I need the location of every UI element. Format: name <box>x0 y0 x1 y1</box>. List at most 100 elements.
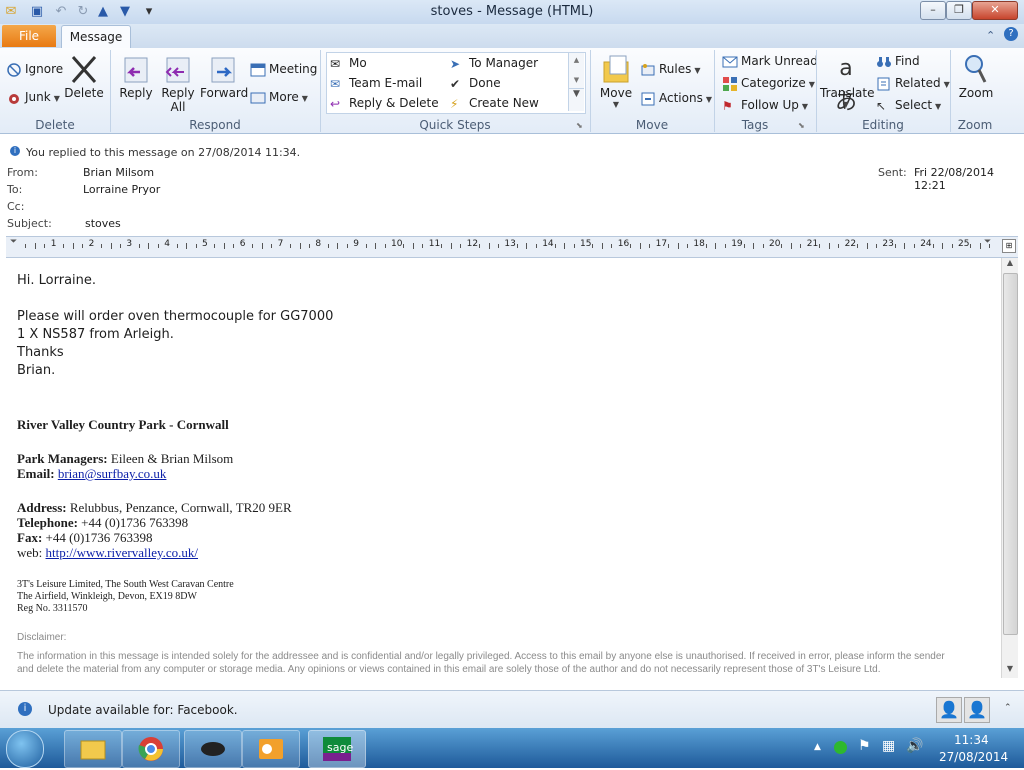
ruler-tick <box>271 244 273 248</box>
expand-people-pane-icon[interactable]: ⌃ <box>1004 703 1012 713</box>
action-center-flag-icon[interactable]: ⚑ <box>858 738 871 754</box>
ruler-tick <box>535 244 537 248</box>
quick-step-done[interactable]: ✔ Done <box>450 75 501 92</box>
ruler-number: 2 <box>88 239 95 249</box>
body-line-4: Brian. <box>17 363 56 378</box>
taskbar: sage ▲ ⚑ ▦ 🔊 11:34 27/08/2014 <box>0 728 1024 768</box>
ruler-tick <box>526 243 528 249</box>
ruler-number: 11 <box>428 239 441 249</box>
ruler-tick <box>686 244 688 248</box>
close-button[interactable]: ✕ <box>972 1 1018 20</box>
delete-button[interactable]: Delete <box>64 52 104 100</box>
help-icon[interactable]: ? <box>1004 27 1018 41</box>
categorize-button[interactable]: Categorize ▼ <box>722 75 815 93</box>
ruler-tick <box>148 243 150 249</box>
ruler-tick <box>857 244 859 248</box>
person-avatar-icon[interactable]: 👤 <box>936 697 962 723</box>
junk-icon <box>6 90 22 106</box>
network-icon[interactable]: ▦ <box>882 738 895 754</box>
vertical-scrollbar[interactable]: ▲ ▼ <box>1001 258 1018 678</box>
reply-all-button[interactable]: Reply All <box>158 52 198 114</box>
find-label: Find <box>895 54 920 68</box>
translate-button[interactable]: aあ Translate ▼ <box>820 52 875 115</box>
ruler-tick <box>460 244 462 248</box>
reply-icon <box>120 52 152 86</box>
message-body[interactable]: Hi. Lorraine. Please will order oven the… <box>6 258 1000 677</box>
more-respond-button[interactable]: More ▼ <box>250 89 308 107</box>
ruler-tick <box>299 243 301 249</box>
volume-icon[interactable]: 🔊 <box>906 738 923 754</box>
email-link[interactable]: brian@surfbay.co.uk <box>58 466 167 481</box>
select-label: Select <box>895 98 933 112</box>
maximize-button[interactable]: ❐ <box>946 1 972 20</box>
subject-value: stoves <box>85 217 121 230</box>
scroll-thumb[interactable] <box>1003 273 1018 635</box>
chrome-taskbar-icon[interactable] <box>122 730 180 768</box>
find-button[interactable]: Find <box>876 53 920 70</box>
ruler-tick <box>601 243 603 249</box>
actions-button[interactable]: Actions ▼ <box>640 90 712 108</box>
zoom-button[interactable]: Zoom <box>956 52 996 100</box>
ruler-number: 13 <box>504 239 516 249</box>
status-tray-icon[interactable] <box>834 741 847 754</box>
related-button[interactable]: Related ▼ <box>876 75 950 93</box>
from-value[interactable]: Brian Milsom <box>83 166 154 179</box>
clock-date[interactable]: 27/08/2014 <box>939 750 1008 764</box>
rules-button[interactable]: Rules ▼ <box>640 61 701 79</box>
gallery-expand-icon[interactable]: ▼ <box>569 88 584 99</box>
person-avatar-icon[interactable]: 👤 <box>964 697 990 723</box>
quick-step-mo[interactable]: ✉ Mo <box>330 55 367 72</box>
clock-time[interactable]: 11:34 <box>954 733 989 747</box>
move-button[interactable]: Move ▼ <box>596 52 636 109</box>
ignore-button[interactable]: Ignore <box>6 61 63 78</box>
scroll-down-icon[interactable]: ▼ <box>569 76 584 84</box>
managers-label: Park Managers: <box>17 451 108 466</box>
forward-button[interactable]: Forward <box>200 52 248 100</box>
ruler-number: 20 <box>769 239 781 249</box>
outlook-taskbar-icon[interactable] <box>242 730 300 768</box>
collapse-ribbon-icon[interactable]: ⌃ <box>986 29 995 42</box>
ruler-indent-marker-icon[interactable]: ⏷ <box>10 237 17 247</box>
tab-file[interactable]: File <box>2 25 56 47</box>
quick-step-to-manager[interactable]: ➤ To Manager <box>450 55 538 72</box>
select-button[interactable]: ↖ Select ▼ <box>876 97 941 115</box>
web-link[interactable]: http://www.rivervalley.co.uk/ <box>46 545 198 560</box>
ruler-tick <box>762 244 764 248</box>
quick-steps-scroll[interactable]: ▲ ▼ ▼ <box>568 53 584 111</box>
from-label: From: <box>7 166 38 179</box>
quick-step-create-new[interactable]: ⚡ Create New <box>450 95 539 112</box>
scroll-down-icon[interactable]: ▼ <box>1002 664 1018 678</box>
dialog-launcher-icon[interactable]: ⬊ <box>798 121 805 130</box>
sent-value: Fri 22/08/2014 12:21 <box>914 166 995 192</box>
scroll-up-icon[interactable]: ▲ <box>569 56 584 64</box>
dialog-launcher-icon[interactable]: ⬊ <box>576 121 583 130</box>
show-hidden-icons-icon[interactable]: ▲ <box>814 742 821 752</box>
ruler-toggle-icon[interactable]: ⊞ <box>1002 239 1016 253</box>
to-value[interactable]: Lorraine Pryor <box>83 183 160 196</box>
scroll-up-icon[interactable]: ▲ <box>1002 258 1018 272</box>
follow-up-button[interactable]: ⚑ Follow Up ▼ <box>722 97 808 115</box>
reply-button[interactable]: Reply <box>116 52 156 100</box>
ruler-tick <box>375 243 377 249</box>
tab-message[interactable]: Message <box>61 25 131 49</box>
group-separator <box>320 50 321 132</box>
mark-unread-button[interactable]: Mark Unread <box>722 53 818 70</box>
quick-step-team-email[interactable]: ✉ Team E-mail <box>330 75 422 92</box>
group-separator <box>110 50 111 132</box>
explorer-taskbar-icon[interactable] <box>64 730 122 768</box>
minimize-button[interactable]: – <box>920 1 946 20</box>
ruler[interactable]: ⏷ ⏷ ⊞ 1 2 3 4 5 6 7 8 9 10 11 12 13 14 15 16 17 18 19 20 21 2… <box>6 236 1018 258</box>
update-notice[interactable]: Update available for: Facebook. <box>48 703 238 717</box>
junk-button[interactable]: Junk ▼ <box>6 89 60 107</box>
to-manager-icon: ➤ <box>450 56 461 71</box>
ruler-tick <box>828 243 830 249</box>
web-label: web: <box>17 545 43 560</box>
snipping-tool-taskbar-icon[interactable] <box>184 730 242 768</box>
info-icon: i <box>10 146 20 156</box>
meeting-button[interactable]: Meeting <box>250 61 317 78</box>
sage-taskbar-icon[interactable]: sage <box>308 730 366 768</box>
telephone-label: Telephone: <box>17 515 78 530</box>
quick-step-reply-delete[interactable]: ↩ Reply & Delete <box>330 95 439 112</box>
windows-start-icon[interactable] <box>6 730 44 768</box>
ruler-tick <box>630 244 632 248</box>
